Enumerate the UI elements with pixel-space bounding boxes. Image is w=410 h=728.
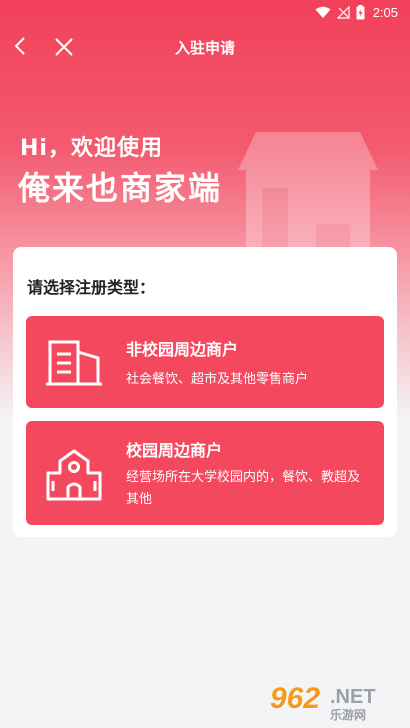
option-title: 校园周边商户	[126, 441, 223, 460]
option-campus-merchant[interactable]: 校园周边商户 经营场所在大学校园内的，餐饮、教超及其他	[26, 421, 384, 525]
battery-charging-icon	[356, 4, 365, 19]
status-time: 2:05	[372, 4, 398, 20]
option-description: 经营场所在大学校园内的，餐饮、教超及其他	[126, 470, 361, 507]
building-icon	[46, 340, 102, 386]
registration-card: 请选择注册类型： 非校园周边商户 社会餐饮、超市及其他零售商户 校园周边商户 经…	[13, 247, 397, 537]
house-illustration	[238, 132, 378, 258]
nav-bar: 入驻申请	[0, 24, 410, 70]
registration-type-prompt: 请选择注册类型：	[27, 278, 156, 297]
school-icon	[46, 449, 102, 501]
page-title: 入驻申请	[174, 39, 235, 57]
watermark-subtitle: 乐游网	[330, 708, 367, 722]
status-bar: 2:05	[0, 0, 410, 24]
brand-title: 俺来也商家端	[18, 169, 223, 207]
wifi-icon	[315, 6, 331, 18]
watermark-number: 962	[270, 682, 321, 715]
signal-off-icon	[336, 5, 350, 19]
watermark-logo: 962 .NET 乐游网	[264, 680, 404, 724]
option-title: 非校园周边商户	[126, 340, 239, 359]
option-off-campus-merchant[interactable]: 非校园周边商户 社会餐饮、超市及其他零售商户	[26, 316, 384, 408]
option-description: 社会餐饮、超市及其他零售商户	[126, 372, 309, 387]
welcome-greeting: Hi，欢迎使用	[20, 136, 163, 161]
